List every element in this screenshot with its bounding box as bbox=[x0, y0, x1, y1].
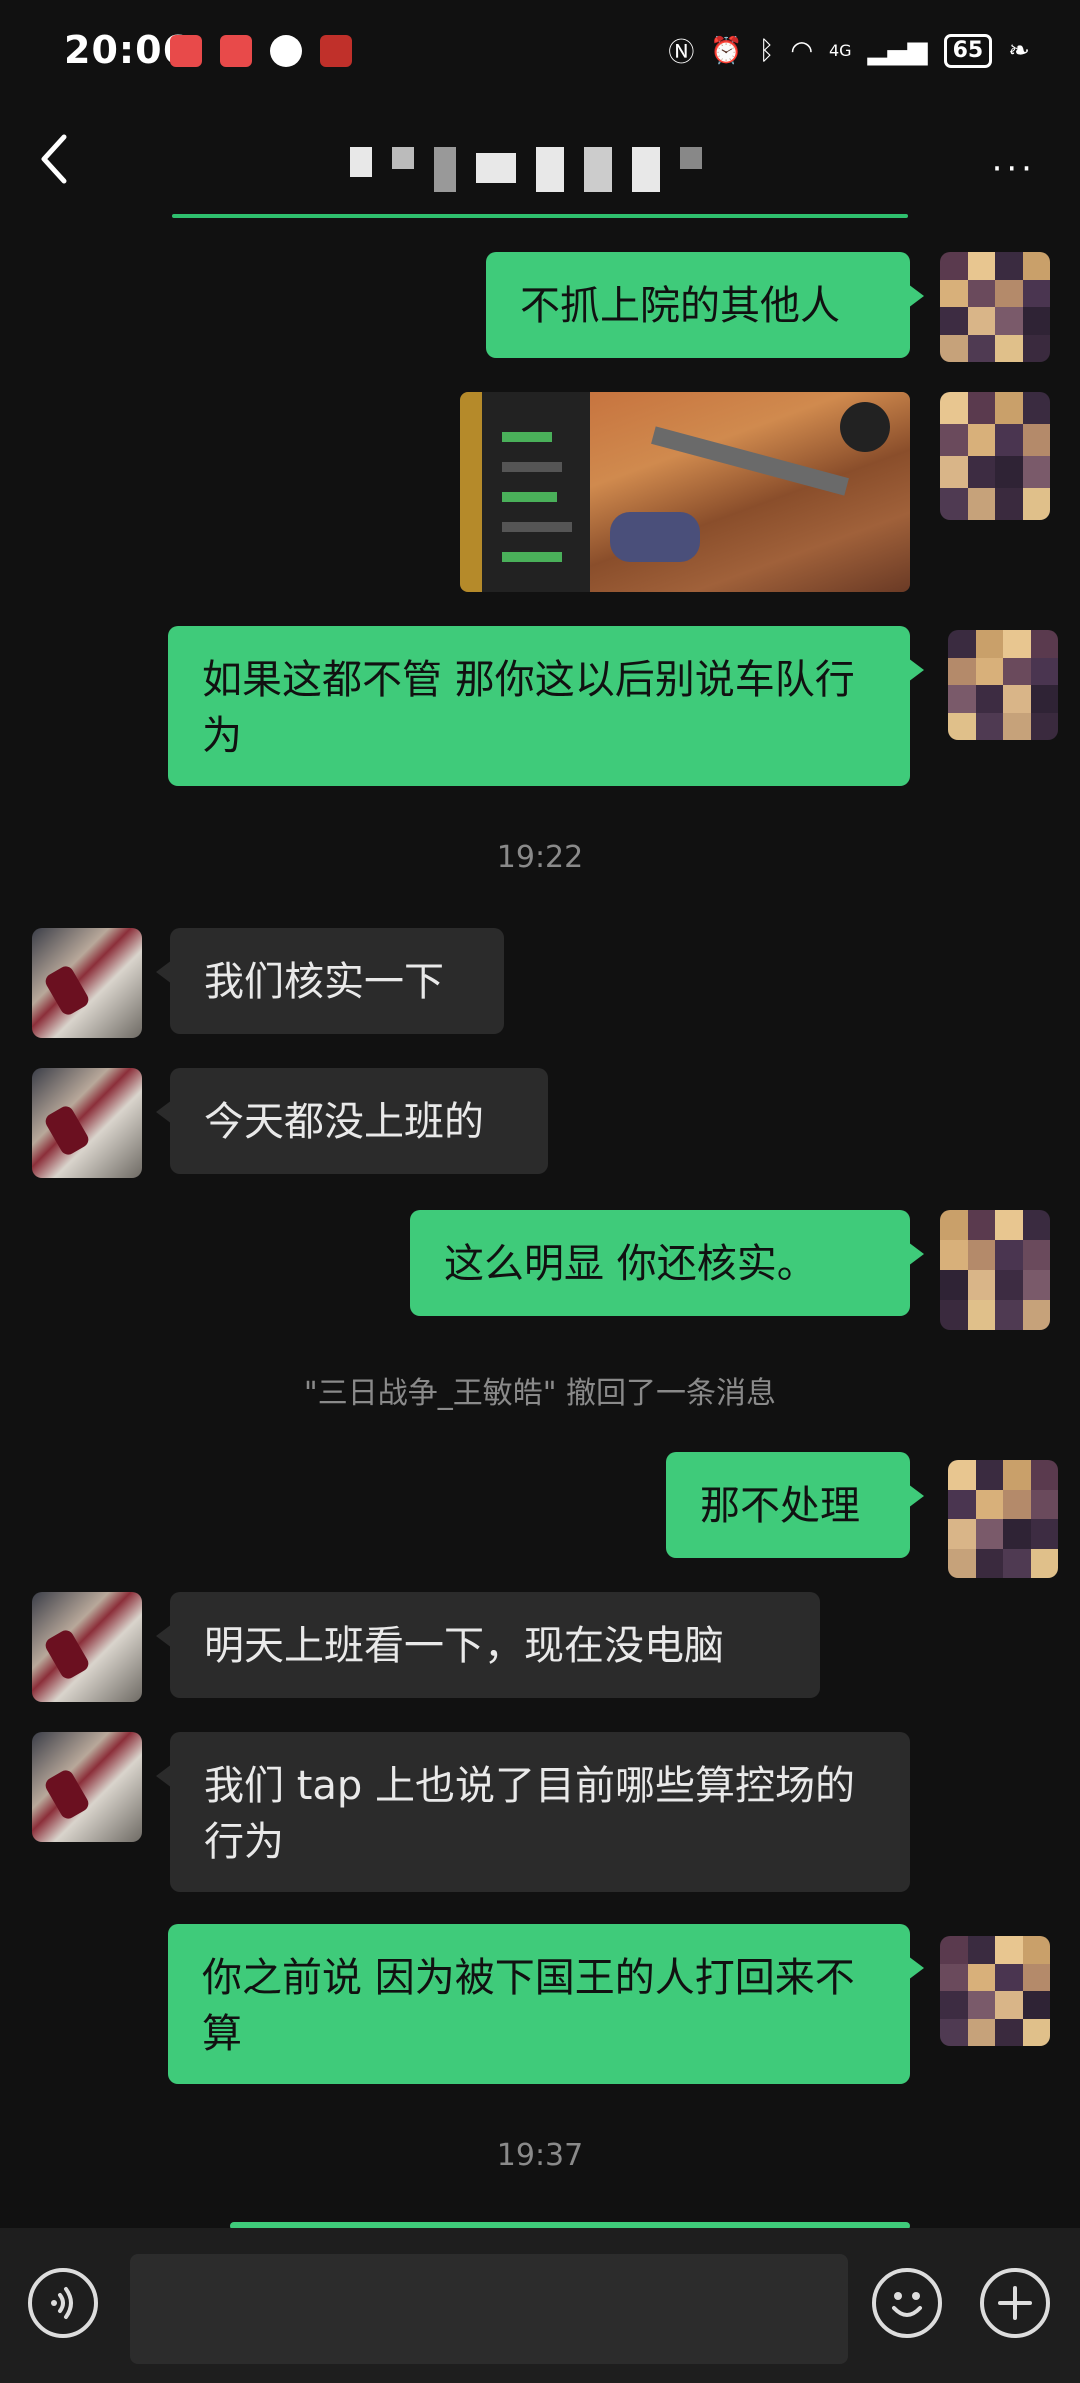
chevron-left-icon bbox=[41, 134, 67, 184]
timestamp: 19:22 bbox=[496, 840, 584, 875]
app-notification-icon bbox=[320, 35, 352, 67]
wifi-icon: ◠ bbox=[790, 35, 813, 66]
image-game-scene bbox=[590, 392, 910, 592]
more-functions-button[interactable] bbox=[980, 2268, 1050, 2338]
emoji-icon bbox=[892, 2292, 922, 2317]
system-icons: Ⓝ ⏰ ᛒ ◠ 4G ▂▄▆ 65 ❧ bbox=[668, 32, 1030, 69]
contact-avatar[interactable] bbox=[32, 928, 142, 1038]
bluetooth-icon: ᛒ bbox=[758, 35, 775, 66]
my-avatar[interactable] bbox=[940, 1210, 1050, 1330]
message-text: 那不处理 bbox=[700, 1483, 860, 1529]
message-bubble-incoming[interactable]: 明天上班看一下，现在没电脑 bbox=[156, 1592, 820, 1698]
timestamp: 19:37 bbox=[496, 2138, 584, 2173]
chat-header: ··· bbox=[0, 105, 1080, 215]
charging-leaf-icon: ❧ bbox=[1008, 35, 1030, 66]
message-bubble-outgoing[interactable]: 那不处理 bbox=[666, 1452, 924, 1558]
message-text: 如果这都不管 那你这以后别说车队行为 bbox=[202, 657, 855, 759]
message-bubble-outgoing[interactable]: 你之前说 因为被下国王的人打回来不算 bbox=[168, 1924, 924, 2084]
notification-icons bbox=[170, 35, 352, 67]
network-type: 4G bbox=[829, 41, 852, 60]
message-text: 你之前说 因为被下国王的人打回来不算 bbox=[202, 1955, 855, 2057]
message-text: 明天上班看一下，现在没电脑 bbox=[204, 1623, 724, 1669]
nfc-icon: Ⓝ bbox=[668, 38, 695, 68]
alarm-icon: ⏰ bbox=[710, 35, 743, 66]
back-button[interactable] bbox=[34, 129, 84, 189]
my-avatar[interactable] bbox=[940, 392, 1050, 520]
message-input[interactable] bbox=[130, 2254, 848, 2364]
message-bubble-outgoing[interactable]: 如果这都不管 那你这以后别说车队行为 bbox=[168, 626, 924, 786]
message-text: 今天都没上班的 bbox=[204, 1099, 484, 1145]
my-avatar[interactable] bbox=[948, 1460, 1058, 1578]
signal-icon: ▂▄▆ bbox=[867, 35, 928, 66]
chat-title-pixelated bbox=[350, 133, 702, 192]
voice-icon bbox=[51, 2287, 73, 2319]
plus-icon bbox=[998, 2286, 1032, 2320]
contact-avatar[interactable] bbox=[32, 1068, 142, 1178]
more-dots-icon: ··· bbox=[991, 149, 1036, 189]
input-bar bbox=[0, 2228, 1080, 2383]
message-bubble-outgoing[interactable]: 不抓上院的其他人 bbox=[486, 252, 924, 358]
my-avatar[interactable] bbox=[948, 630, 1058, 740]
message-bubble-incoming[interactable]: 我们核实一下 bbox=[156, 928, 504, 1034]
contact-avatar[interactable] bbox=[32, 1732, 142, 1842]
more-button[interactable]: ··· bbox=[992, 149, 1036, 189]
app-notification-icon bbox=[170, 35, 202, 67]
message-text: 我们 tap 上也说了目前哪些算控场的行为 bbox=[204, 1763, 856, 1865]
recall-notice: "三日战争_王敏皓" 撤回了一条消息 bbox=[303, 1376, 777, 1411]
message-bubble-incoming[interactable]: 我们 tap 上也说了目前哪些算控场的行为 bbox=[156, 1732, 910, 1892]
message-text: 不抓上院的其他人 bbox=[520, 283, 840, 329]
app-notification-icon bbox=[220, 35, 252, 67]
message-bubble-incoming[interactable]: 今天都没上班的 bbox=[156, 1068, 548, 1174]
status-bar: 20:06 Ⓝ ⏰ ᛒ ◠ 4G ▂▄▆ 65 ❧ bbox=[0, 0, 1080, 105]
contact-avatar[interactable] bbox=[32, 1592, 142, 1702]
message-image-screenshot[interactable] bbox=[460, 392, 910, 592]
message-bubble-outgoing[interactable]: 这么明显 你还核实。 bbox=[410, 1210, 924, 1316]
my-avatar[interactable] bbox=[940, 1936, 1050, 2046]
message-text: 我们核实一下 bbox=[204, 959, 444, 1005]
pinned-indicator bbox=[172, 214, 908, 218]
qq-icon bbox=[270, 35, 302, 67]
battery-level: 65 bbox=[943, 33, 993, 68]
voice-button[interactable] bbox=[28, 2268, 98, 2338]
my-avatar[interactable] bbox=[940, 252, 1050, 362]
emoji-button[interactable] bbox=[872, 2268, 942, 2338]
message-text: 这么明显 你还核实。 bbox=[444, 1241, 817, 1287]
